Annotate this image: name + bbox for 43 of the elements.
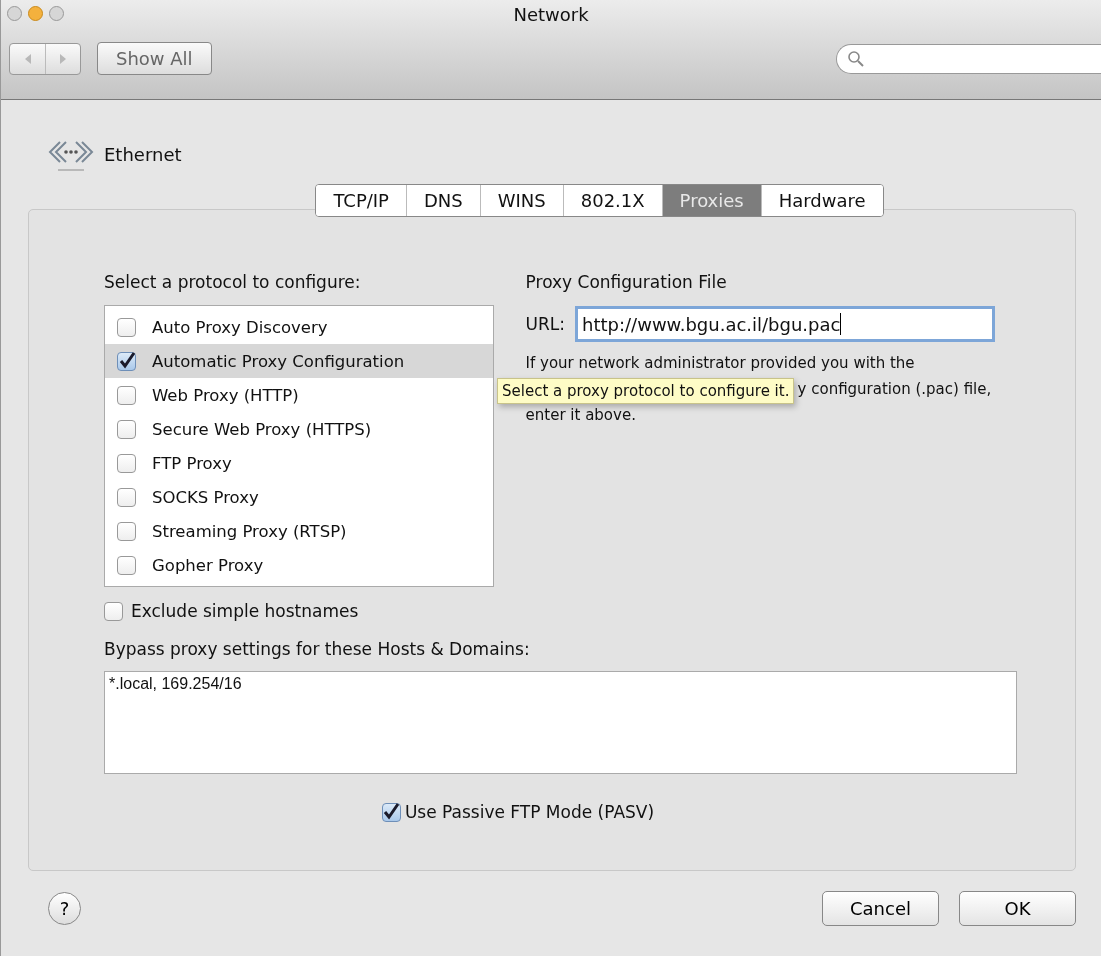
- protocol-row[interactable]: Automatic Proxy Configuration: [105, 344, 493, 378]
- checkbox-label[interactable]: Use Passive FTP Mode (PASV): [404, 802, 655, 822]
- show-all-button[interactable]: Show All: [97, 42, 212, 75]
- close-button[interactable]: [7, 6, 22, 21]
- bypass-field[interactable]: *.local, 169.254/16: [104, 671, 1017, 774]
- checkbox[interactable]: [381, 802, 401, 822]
- protocol-row[interactable]: Web Proxy (HTTP): [105, 378, 493, 412]
- tooltip: Select a proxy protocol to configure it.: [497, 378, 795, 404]
- checkbox[interactable]: [117, 419, 136, 439]
- help-text: enter it above.: [525, 405, 636, 426]
- search-icon: [847, 49, 865, 68]
- protocol-row[interactable]: Streaming Proxy (RTSP): [105, 514, 493, 548]
- ok-button[interactable]: OK: [959, 891, 1076, 926]
- forward-arrow-icon: [58, 52, 68, 65]
- url-field[interactable]: http://www.bgu.ac.il/bgu.pac: [575, 306, 996, 342]
- checkbox[interactable]: [117, 555, 136, 575]
- search-field[interactable]: [836, 43, 1101, 74]
- checkbox[interactable]: [117, 351, 136, 371]
- protocol-row[interactable]: Auto Proxy Discovery: [105, 310, 493, 344]
- service-name: Ethernet: [104, 143, 182, 165]
- help-text: If your network administrator provided you with the: [525, 353, 915, 374]
- url-label: URL:: [525, 314, 566, 334]
- checkbox[interactable]: [104, 601, 123, 621]
- checkbox[interactable]: [117, 521, 136, 541]
- checkbox[interactable]: [117, 385, 136, 405]
- tab[interactable]: Hardware: [760, 185, 883, 216]
- checkbox[interactable]: [117, 453, 136, 473]
- protocol-row[interactable]: Secure Web Proxy (HTTPS): [105, 412, 493, 446]
- help-button[interactable]: ?: [48, 892, 81, 925]
- protocol-row[interactable]: SOCKS Proxy: [105, 480, 493, 514]
- help-text: y configuration (.pac) file,: [797, 379, 992, 400]
- checkbox-label[interactable]: Exclude simple hostnames: [131, 601, 359, 621]
- cancel-button[interactable]: Cancel: [822, 891, 939, 926]
- minimize-button[interactable]: [28, 6, 43, 21]
- protocol-row[interactable]: Gopher Proxy: [105, 548, 493, 582]
- checkbox[interactable]: [117, 487, 136, 507]
- window-title: Network: [513, 3, 589, 25]
- protocol-row[interactable]: FTP Proxy: [105, 446, 493, 480]
- zoom-button[interactable]: [49, 6, 64, 21]
- checkbox[interactable]: [117, 317, 136, 337]
- section-heading: Proxy Configuration File: [525, 272, 728, 292]
- bypass-label: Bypass proxy settings for these Hosts & Domains:: [104, 639, 531, 659]
- section-heading: Select a protocol to configure:: [104, 272, 362, 292]
